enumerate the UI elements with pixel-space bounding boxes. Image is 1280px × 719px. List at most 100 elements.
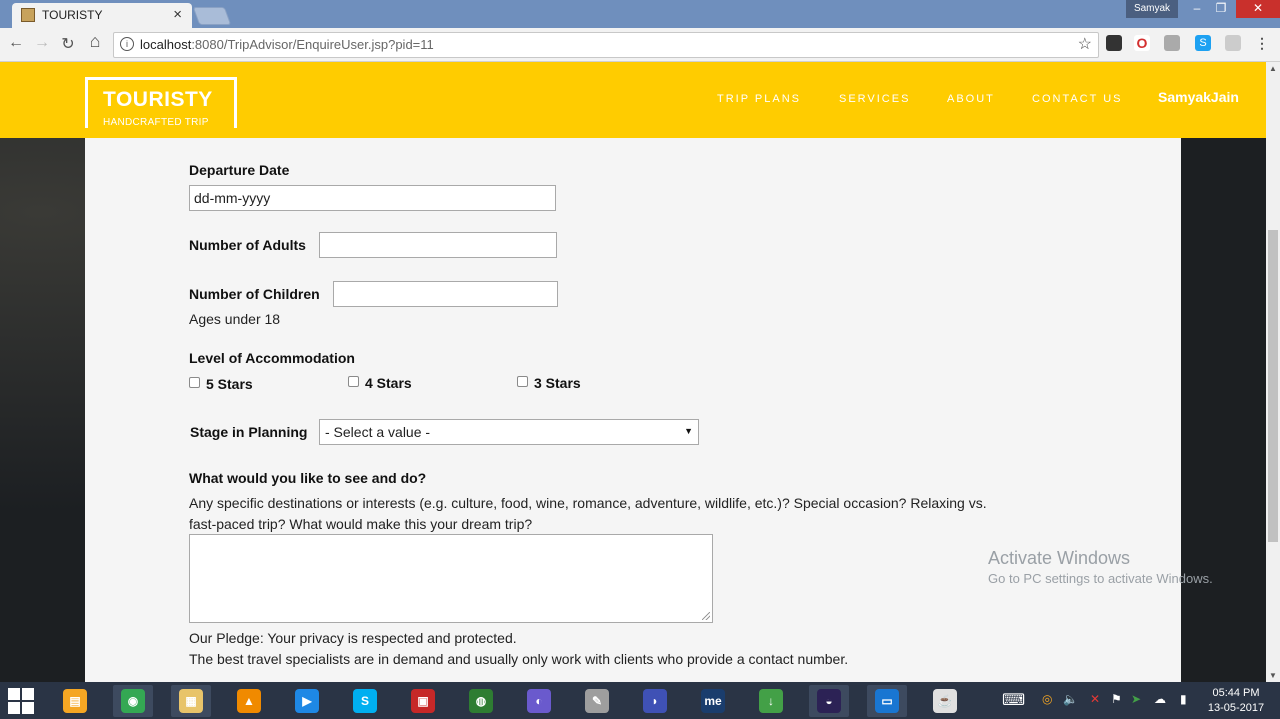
wishes-help-line2: fast-paced trip? What would make this yo…	[189, 516, 533, 532]
taskbar-app-button[interactable]: ▤	[55, 685, 95, 717]
tab-close-icon[interactable]: ×	[173, 6, 182, 23]
scroll-down-icon[interactable]: ▼	[1269, 671, 1277, 680]
windows-taskbar: ▤ ◉ ▦ ▲ ▶ S ▣ ◍ ◐ ✎ ◗ me ↓ ◒ ▭ ☕ ⌨ ◎ 🔈 ✕ ⚑ ➤ ☁ ▮ 05:44 …	[0, 682, 1280, 719]
pledge-line1: Our Pledge: Your privacy is respected an…	[189, 630, 517, 646]
four-stars-checkbox[interactable]	[348, 376, 359, 387]
three-stars-checkbox[interactable]	[517, 376, 528, 387]
maximize-button[interactable]: ❐	[1208, 0, 1234, 18]
battery-icon[interactable]: ▮	[1180, 692, 1187, 706]
nav-user[interactable]: SamyakJain	[1158, 89, 1239, 105]
taskbar-app-button[interactable]: ▦	[171, 685, 211, 717]
adults-input[interactable]	[319, 232, 557, 258]
browser-toolbar: ← → ↻ ⌂ i localhost:8080/TripAdvisor/Enq…	[0, 28, 1280, 62]
tray-circle-icon[interactable]: ◎	[1042, 692, 1052, 706]
display-app-icon: ▭	[875, 689, 899, 713]
keyboard-icon[interactable]: ⌨	[1002, 690, 1025, 710]
windows-start-icon[interactable]	[8, 688, 34, 714]
nav-contact-us[interactable]: CONTACT US	[1032, 93, 1123, 105]
window-close-button[interactable]: ✕	[1236, 0, 1280, 18]
stage-select[interactable]: - Select a value - ▼	[319, 419, 699, 445]
address-url[interactable]: localhost:8080/TripAdvisor/EnquireUser.j…	[140, 37, 434, 52]
taskbar-app-button[interactable]: ◗	[635, 685, 675, 717]
taskbar-app-button[interactable]: ◍	[461, 685, 501, 717]
logo-name: TOURISTY	[103, 88, 213, 111]
children-label: Number of Children	[189, 286, 320, 302]
clock-time: 05:44 PM	[1212, 687, 1260, 699]
taskbar-app-button[interactable]: S	[345, 685, 385, 717]
dropdown-arrow-icon: ▼	[684, 426, 693, 436]
tray-cloud-icon[interactable]: ☁	[1154, 692, 1166, 706]
logo-tagline: HANDCRAFTED TRIP	[103, 117, 209, 128]
favicon-icon	[21, 8, 35, 22]
extension-icon[interactable]	[1106, 35, 1122, 51]
browser-tab[interactable]: TOURISTY ×	[12, 3, 192, 28]
vlc-icon: ▲	[237, 689, 261, 713]
bookmark-star-icon[interactable]: ☆	[1078, 34, 1092, 54]
watermark-subtitle: Go to PC settings to activate Windows.	[988, 571, 1213, 586]
page-scrollbar[interactable]: ▲ ▼	[1266, 62, 1280, 682]
new-tab-button[interactable]	[192, 7, 232, 25]
minimize-button[interactable]: –	[1184, 0, 1210, 18]
children-input[interactable]	[333, 281, 558, 307]
taskbar-app-button[interactable]: ◒	[809, 685, 849, 717]
me-app-icon: me	[701, 689, 725, 713]
url-host: localhost	[140, 37, 192, 52]
enquiry-form: Departure Date Number of Adults Number o…	[85, 138, 1181, 682]
menu-icon[interactable]: ⋮	[1254, 35, 1270, 51]
url-path: :8080/TripAdvisor/EnquireUser.jsp?pid=11	[191, 37, 434, 52]
nav-trip-plans[interactable]: TRIP PLANS	[717, 93, 801, 105]
nav-about[interactable]: ABOUT	[947, 93, 995, 105]
extension-gray-icon[interactable]	[1164, 35, 1180, 51]
scroll-up-icon[interactable]: ▲	[1269, 64, 1277, 73]
action-center-flag-icon[interactable]: ⚑	[1111, 692, 1122, 706]
taskbar-app-button[interactable]: ↓	[751, 685, 791, 717]
profile-badge[interactable]: Samyak	[1126, 0, 1178, 18]
stage-selected-value: - Select a value -	[325, 424, 431, 440]
taskbar-app-button[interactable]: ▭	[867, 685, 907, 717]
watermark-title: Activate Windows	[988, 548, 1131, 568]
taskbar-app-button[interactable]: ☕	[925, 685, 965, 717]
scrollbar-thumb[interactable]	[1268, 230, 1278, 542]
taskbar-app-button[interactable]: me	[693, 685, 733, 717]
web-page: TOURISTY HANDCRAFTED TRIP TRIP PLANS SER…	[0, 62, 1266, 682]
taskbar-app-button[interactable]: ◉	[113, 685, 153, 717]
browser-app-icon: ◐	[527, 689, 551, 713]
taskbar-app-button[interactable]: ▶	[287, 685, 327, 717]
taskbar-app-button[interactable]: ▣	[403, 685, 443, 717]
back-icon[interactable]: ←	[6, 34, 26, 52]
taskbar-app-button[interactable]: ✎	[577, 685, 617, 717]
pledge-line2: The best travel specialists are in deman…	[189, 651, 849, 667]
site-info-icon[interactable]: i	[120, 37, 134, 51]
network-app-icon: ◍	[469, 689, 493, 713]
departure-date-input[interactable]	[189, 185, 556, 211]
opera-icon[interactable]: O	[1134, 35, 1150, 51]
skype-extension-icon[interactable]: S	[1195, 35, 1211, 51]
forward-icon[interactable]: →	[32, 34, 52, 52]
three-stars-label: 3 Stars	[534, 375, 581, 391]
reload-icon[interactable]: ↻	[58, 34, 78, 54]
tab-title: TOURISTY	[42, 8, 103, 22]
address-bar[interactable]: i localhost:8080/TripAdvisor/EnquireUser…	[113, 32, 1099, 58]
resize-grip-icon[interactable]	[702, 612, 710, 620]
extension-image-icon[interactable]	[1225, 35, 1241, 51]
system-clock[interactable]: 05:44 PM 13-05-2017	[1204, 686, 1268, 716]
jdownloader-icon: ↓	[759, 689, 783, 713]
adults-label: Number of Adults	[189, 237, 306, 253]
wishes-label: What would you like to see and do?	[189, 470, 427, 486]
site-logo[interactable]: TOURISTY HANDCRAFTED TRIP	[85, 77, 237, 128]
nav-services[interactable]: SERVICES	[839, 93, 910, 105]
stage-label: Stage in Planning	[190, 424, 308, 440]
taskbar-app-button[interactable]: ▲	[229, 685, 269, 717]
volume-icon[interactable]: 🔈	[1063, 692, 1078, 706]
activate-windows-watermark: Activate Windows Go to PC settings to ac…	[988, 548, 1213, 586]
taskbar-app-button[interactable]: ◐	[519, 685, 559, 717]
network-icon[interactable]: ✕	[1090, 692, 1100, 706]
wishes-textarea[interactable]	[189, 534, 713, 623]
tray-arrow-icon[interactable]: ➤	[1131, 692, 1141, 706]
eclipse-icon: ◒	[817, 689, 841, 713]
accommodation-label: Level of Accommodation	[189, 350, 355, 366]
departure-date-label: Departure Date	[189, 162, 290, 178]
notepad-icon: ✎	[585, 689, 609, 713]
home-icon[interactable]: ⌂	[85, 31, 105, 52]
five-stars-checkbox[interactable]	[189, 377, 200, 388]
